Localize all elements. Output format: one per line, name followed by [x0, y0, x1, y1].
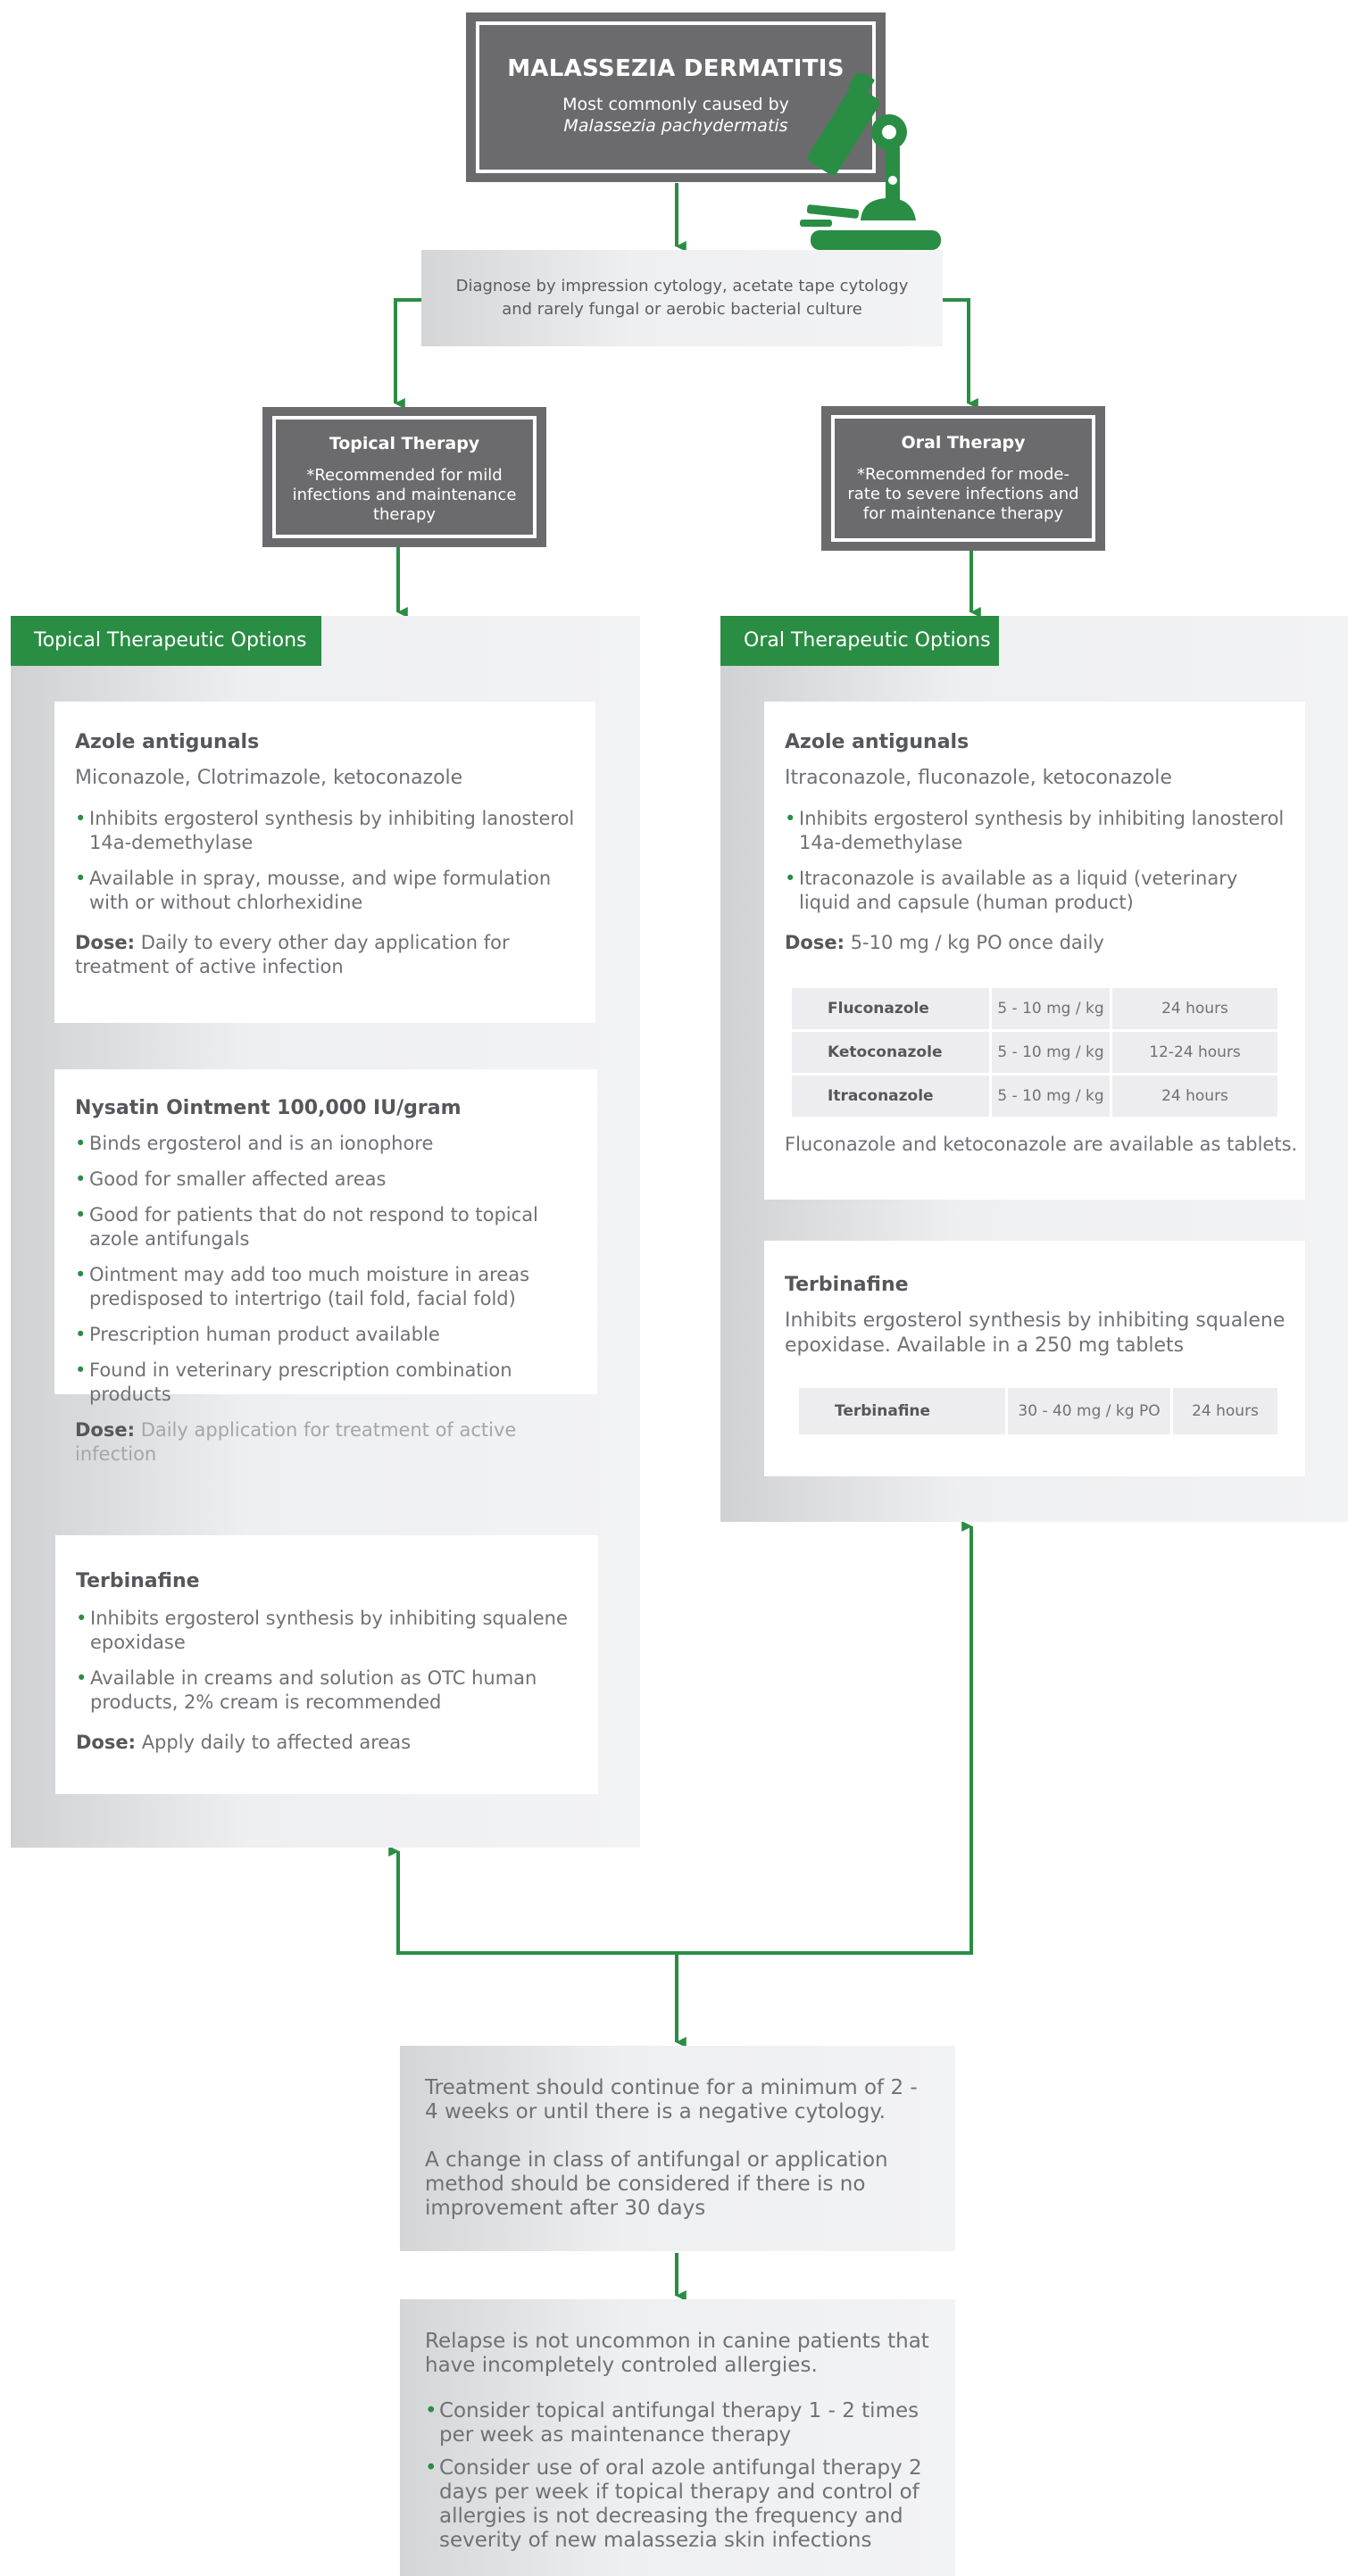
treatment-text-1: Treatment should continue for a minimum … [425, 2076, 918, 2123]
topical-azole-card: Azole antigunals Miconazole, Clotrimazol… [54, 702, 595, 1023]
list-item: Binds ergosterol and is an ionophore [75, 1132, 578, 1156]
table-cell: 24 hours [1112, 988, 1277, 1029]
topical-azole-dose: Dose: Daily to every other day applicati… [75, 932, 510, 977]
table-cell: 5 - 10 mg / kg [992, 1076, 1110, 1117]
list-item: Found in veterinary prescription combina… [75, 1359, 578, 1407]
relapse-box: Relapse is not uncommon in canine patien… [400, 2299, 955, 2576]
oral-therapy-note: *Recommended for mode- rate to severe in… [847, 465, 1079, 523]
treatment-text-2: A change in class of antifungal or appli… [425, 2148, 888, 2220]
oral-terbinafine-card: Terbinafine Inhibits ergosterol synthesi… [764, 1241, 1305, 1476]
topical-options-label: Topical Therapeutic Options [11, 616, 321, 666]
nystatin-title: Nysatin Ointment 100,000 IU/gram [75, 1097, 462, 1119]
oral-azole-title: Azole antigunals [785, 731, 969, 753]
list-item: Itraconazole is available as a liquid (v… [785, 867, 1286, 915]
table-cell: Terbinafine [799, 1388, 1005, 1434]
topical-therapy-title: Topical Therapy [329, 434, 480, 453]
table-row: Itraconazole 5 - 10 mg / kg 24 hours [792, 1076, 1277, 1117]
list-item: Good for smaller affected areas [75, 1168, 578, 1192]
oral-therapy-box: Oral Therapy *Recommended for mode- rate… [821, 406, 1105, 551]
topical-therapy-box: Topical Therapy *Recommended for mild in… [262, 407, 546, 547]
topical-options-panel: Topical Therapeutic Options Azole antigu… [11, 616, 640, 1848]
nystatin-dose: Dose: Daily application for treatment of… [75, 1419, 517, 1465]
diagnose-box: Diagnose by impression cytology, acetate… [421, 250, 943, 346]
table-cell: 30 - 40 mg / kg PO [1008, 1388, 1170, 1434]
topical-terbinafine-title: Terbinafine [76, 1570, 200, 1592]
table-cell: 24 hours [1112, 1076, 1277, 1117]
table-cell: Fluconazole [792, 988, 989, 1029]
list-item: Available in creams and solution as OTC … [76, 1666, 578, 1715]
table-cell: 5 - 10 mg / kg [992, 988, 1110, 1029]
oral-azole-drugs: Itraconazole, fluconazole, ketoconazole [785, 767, 1172, 789]
microscope-icon [800, 73, 941, 250]
table-cell: 5 - 10 mg / kg [992, 1032, 1110, 1073]
oral-terbinafine-text: Inhibits ergosterol synthesis by inhibit… [785, 1309, 1286, 1357]
topical-therapy-note: *Recommended for mild infections and mai… [292, 466, 517, 524]
topical-azole-drugs: Miconazole, Clotrimazole, ketoconazole [75, 767, 463, 789]
table-row: Fluconazole 5 - 10 mg / kg 24 hours [792, 988, 1277, 1029]
oral-options-panel: Oral Therapeutic Options Azole antigunal… [720, 616, 1348, 1522]
table-row: Ketoconazole 5 - 10 mg / kg 12-24 hours [792, 1032, 1277, 1073]
list-item: Inhibits ergosterol synthesis by inhibit… [76, 1607, 578, 1655]
list-item: Inhibits ergosterol synthesis by inhibit… [785, 807, 1286, 855]
oral-azole-table: Fluconazole 5 - 10 mg / kg 24 hours Keto… [789, 985, 1280, 1119]
topical-terbinafine-dose: Dose: Apply daily to affected areas [76, 1732, 412, 1753]
list-item: Available in spray, mousse, and wipe for… [75, 867, 576, 915]
oral-azole-dose: Dose: 5-10 mg / kg PO once daily [785, 932, 1104, 953]
table-cell: 12-24 hours [1112, 1032, 1277, 1073]
table-cell: Ketoconazole [792, 1032, 989, 1073]
table-cell: 24 hours [1173, 1388, 1277, 1434]
list-item: Inhibits ergosterol synthesis by inhibit… [75, 807, 576, 855]
diagnose-text: Diagnose by impression cytology, acetate… [455, 277, 909, 319]
oral-azole-card: Azole antigunals Itraconazole, fluconazo… [764, 702, 1305, 1200]
oral-terbinafine-table: Terbinafine 30 - 40 mg / kg PO 24 hours [796, 1385, 1280, 1437]
topical-terbinafine-card: Terbinafine Inhibits ergosterol synthesi… [55, 1535, 598, 1794]
list-item: Ointment may add too much moisture in ar… [75, 1263, 578, 1311]
oral-therapy-title: Oral Therapy [901, 433, 1026, 453]
treatment-duration-box: Treatment should continue for a minimum … [400, 2046, 955, 2251]
list-item: Prescription human product available [75, 1323, 578, 1347]
oral-options-label: Oral Therapeutic Options [720, 616, 999, 666]
list-item: Consider topical antifungal therapy 1 - … [425, 2399, 930, 2447]
nystatin-card: Nysatin Ointment 100,000 IU/gram Binds e… [54, 1069, 597, 1465]
list-item: Good for patients that do not respond to… [75, 1203, 578, 1251]
relapse-intro: Relapse is not uncommon in canine patien… [425, 2330, 929, 2377]
table-cell: Itraconazole [792, 1076, 989, 1117]
oral-terbinafine-title: Terbinafine [785, 1274, 909, 1296]
topical-azole-title: Azole antigunals [75, 731, 260, 753]
list-item: Consider use of oral azole antifungal th… [425, 2456, 930, 2553]
oral-azole-note: Fluconazole and ketoconazole are availab… [785, 1134, 1298, 1155]
table-row: Terbinafine 30 - 40 mg / kg PO 24 hours [799, 1388, 1277, 1434]
